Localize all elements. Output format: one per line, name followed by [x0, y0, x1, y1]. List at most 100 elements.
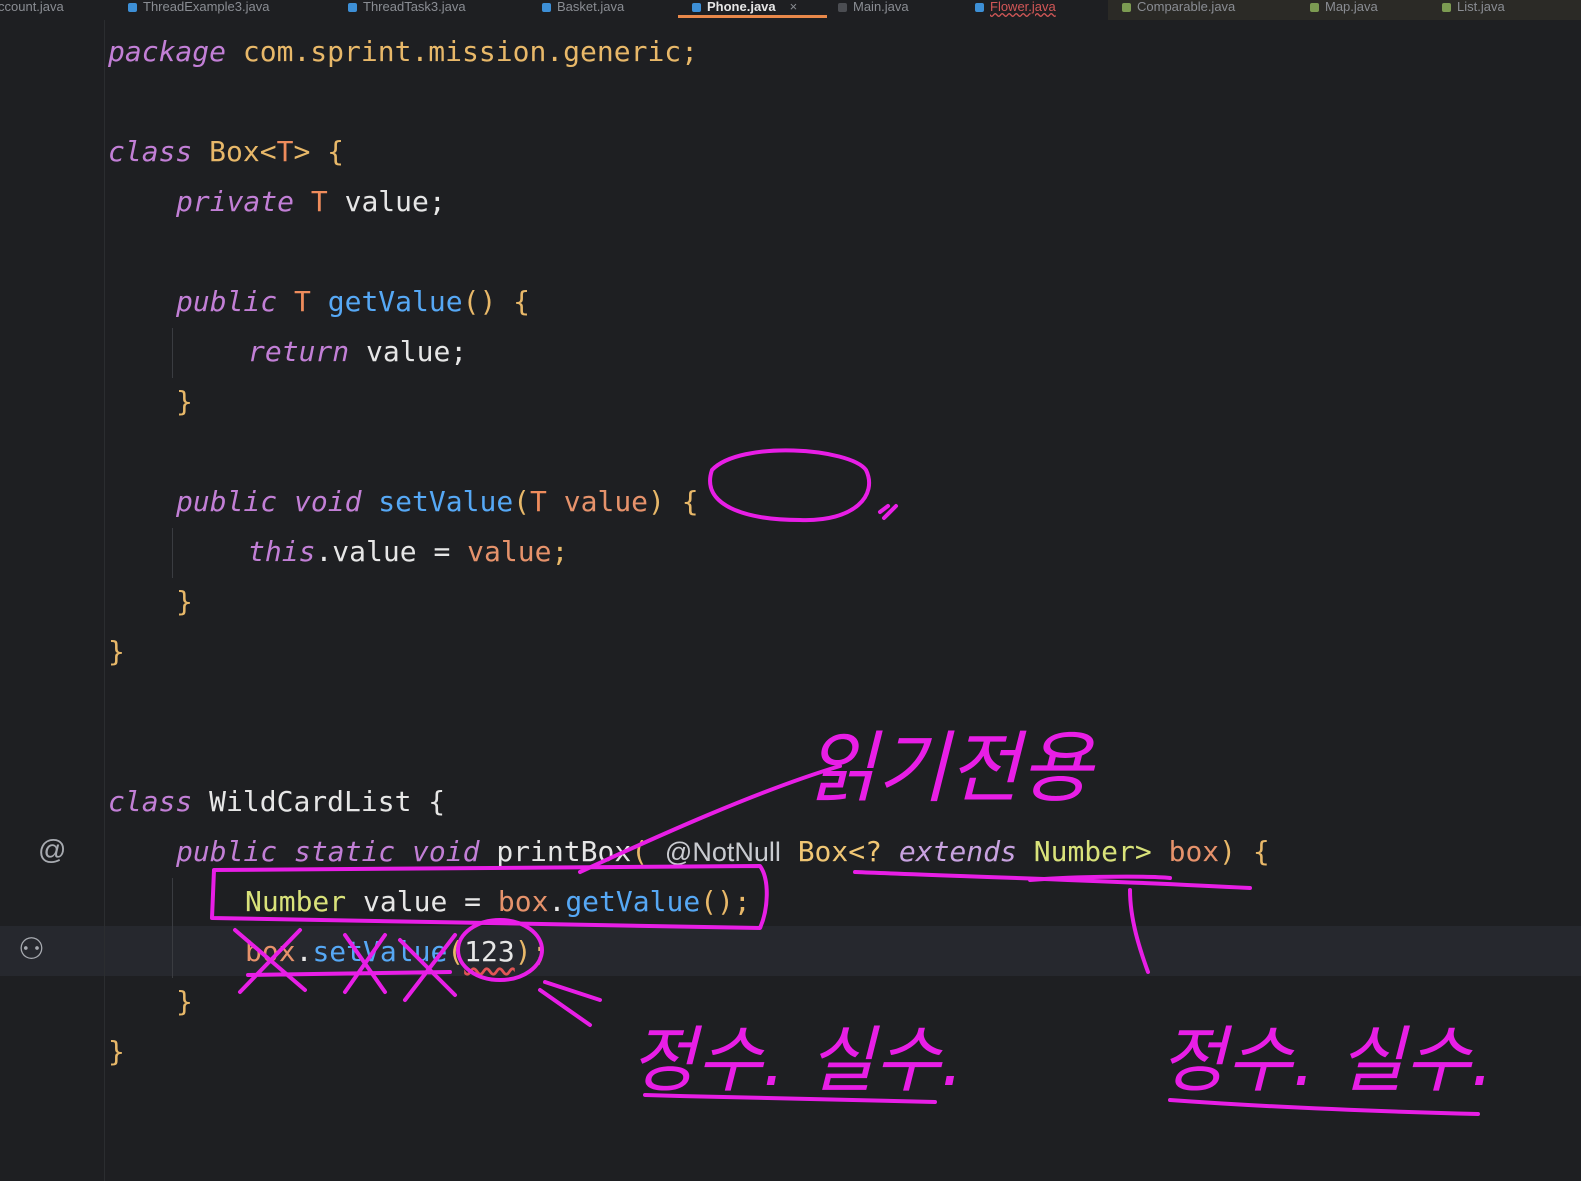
- method-name: printBox: [479, 835, 632, 868]
- indent-guide: [172, 328, 173, 378]
- keyword: public: [176, 835, 278, 868]
- punct: > {: [293, 135, 345, 168]
- tab-map[interactable]: Map.java: [1310, 0, 1378, 18]
- code-line-close-brace[interactable]: }: [108, 627, 125, 677]
- close-tab-icon[interactable]: ×: [790, 0, 798, 15]
- tab-label: Map.java: [1325, 0, 1378, 14]
- param-name: box: [1168, 835, 1220, 868]
- tab-label: ccount.java: [0, 0, 64, 14]
- type-ref: Number>: [1016, 835, 1169, 868]
- keyword: void: [395, 835, 480, 868]
- punct: ;: [551, 535, 569, 568]
- code-line-close-brace[interactable]: }: [176, 977, 193, 1027]
- code-line-field[interactable]: private T value;: [176, 177, 446, 227]
- current-line-highlight: [0, 926, 1581, 976]
- indent-guide: [172, 878, 173, 978]
- punct: ();: [700, 885, 751, 918]
- class-icon: [975, 2, 984, 12]
- code-line-getvalue[interactable]: public T getValue() {: [176, 277, 530, 327]
- gutter-separator: [104, 20, 105, 1181]
- field-decl: value;: [327, 185, 446, 218]
- type-ref: Box<?: [780, 835, 899, 868]
- keyword: class: [108, 135, 193, 168]
- code-line-setvalue-call[interactable]: box.setValue(123);: [245, 927, 548, 977]
- method-call: setValue: [312, 935, 448, 968]
- return-expr: value;: [349, 335, 468, 368]
- class-name: Box<: [192, 135, 277, 168]
- var-ref: box: [497, 885, 549, 918]
- main-class-icon: [838, 2, 847, 12]
- tab-account[interactable]: ccount.java: [0, 0, 64, 18]
- local-var: value =: [346, 885, 498, 918]
- punct: (: [513, 485, 531, 518]
- keyword: return: [248, 335, 350, 368]
- tab-threadtask3[interactable]: ThreadTask3.java: [348, 0, 466, 18]
- keyword: public: [176, 485, 278, 518]
- tab-label: Main.java: [853, 0, 909, 14]
- tab-label: List.java: [1457, 0, 1505, 14]
- class-icon: [348, 2, 357, 12]
- code-line-getvalue-call[interactable]: Number value = box.getValue();: [245, 877, 751, 927]
- keyword: class: [108, 785, 193, 818]
- code-line-return[interactable]: return value;: [248, 327, 467, 377]
- keyword: extends: [898, 835, 1017, 868]
- punct: ) {: [1219, 835, 1270, 868]
- code-line-printbox[interactable]: public static void printBox( @NotNull Bo…: [176, 827, 1270, 877]
- code-line-close-brace[interactable]: }: [176, 577, 193, 627]
- tab-threadexample3[interactable]: ThreadExample3.java: [128, 0, 269, 18]
- tab-flower[interactable]: Flower.java: [975, 0, 1056, 18]
- keyword: void: [277, 485, 362, 518]
- var-ref: box: [245, 935, 296, 968]
- param-ref: value: [467, 535, 552, 568]
- type-param: T: [276, 135, 294, 168]
- tab-label: Flower.java: [990, 0, 1056, 14]
- number-literal: 123: [464, 935, 515, 968]
- punct: .: [548, 885, 566, 918]
- tab-label: ThreadTask3.java: [363, 0, 466, 14]
- method-name: getValue: [310, 285, 463, 318]
- type-param: T: [294, 185, 328, 218]
- code-line-assign[interactable]: this.value = value;: [248, 527, 568, 577]
- class-name: WildCardList {: [192, 785, 446, 818]
- indent-guide: [172, 528, 173, 578]
- type-param: T: [277, 285, 311, 318]
- tab-comparable[interactable]: Comparable.java: [1122, 0, 1235, 18]
- type-param: T: [530, 485, 547, 518]
- code-line-close-brace[interactable]: }: [108, 1027, 125, 1077]
- punct: );: [514, 935, 549, 968]
- keyword: static: [277, 835, 396, 868]
- code-line-close-brace[interactable]: }: [176, 377, 193, 427]
- punct: () {: [462, 285, 531, 318]
- punct: .: [295, 935, 313, 968]
- keyword: this: [248, 535, 316, 568]
- code-line-package[interactable]: package com.sprint.mission.generic;: [108, 27, 698, 77]
- operator: =: [416, 535, 468, 568]
- class-icon: [692, 2, 701, 12]
- punct: .: [315, 535, 333, 568]
- type-ref: Number: [245, 885, 347, 918]
- param-name: value: [546, 485, 649, 518]
- keyword: package: [108, 35, 227, 68]
- tab-list[interactable]: List.java: [1442, 0, 1505, 18]
- keyword: public: [176, 285, 278, 318]
- interface-icon: [1442, 2, 1451, 12]
- tab-main[interactable]: Main.java: [838, 0, 909, 18]
- ai-assistant-icon[interactable]: ⚇: [18, 932, 45, 967]
- annotation: @NotNull: [664, 837, 781, 867]
- keyword: private: [176, 185, 295, 218]
- punct: ) {: [648, 485, 699, 518]
- interface-icon: [1310, 2, 1319, 12]
- code-line-class-box[interactable]: class Box<T> {: [108, 127, 344, 177]
- tab-basket[interactable]: Basket.java: [542, 0, 624, 18]
- editor-tab-bar: ccount.java ThreadExample3.java ThreadTa…: [0, 0, 1581, 20]
- tab-label: ThreadExample3.java: [143, 0, 270, 14]
- code-line-class-wildcard[interactable]: class WildCardList {: [108, 777, 445, 827]
- class-icon: [128, 2, 137, 12]
- tab-label: Phone.java: [707, 0, 776, 14]
- code-line-setvalue[interactable]: public void setValue(T value) {: [176, 477, 699, 527]
- method-call: getValue: [565, 885, 701, 918]
- tab-phone[interactable]: Phone.java ×: [677, 0, 828, 18]
- interface-icon: [1122, 2, 1131, 12]
- override-marker-icon[interactable]: @: [38, 834, 66, 866]
- punct: (: [447, 935, 465, 968]
